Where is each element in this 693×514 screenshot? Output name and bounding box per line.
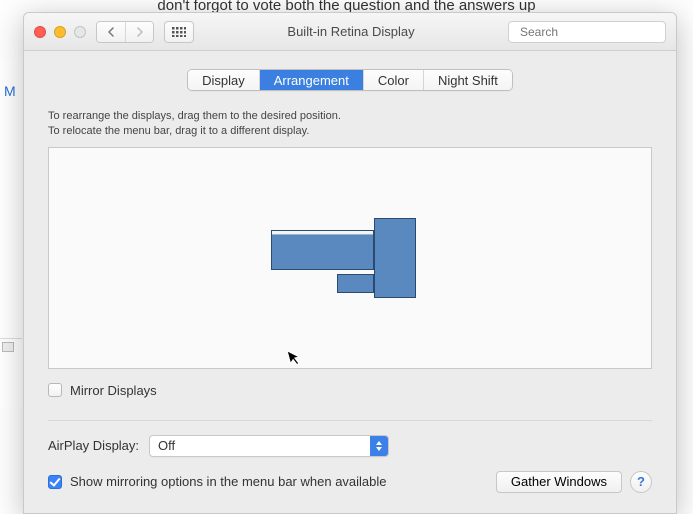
tab-color[interactable]: Color	[363, 70, 423, 90]
instructions: To rearrange the displays, drag them to …	[48, 109, 652, 139]
select-stepper-icon	[370, 436, 388, 456]
airplay-row: AirPlay Display: Off	[48, 435, 652, 457]
background-sidebar: M	[0, 58, 22, 408]
minimize-window-button[interactable]	[54, 26, 66, 38]
forward-button[interactable]	[125, 22, 153, 42]
mirror-displays-checkbox[interactable]	[48, 383, 62, 397]
display-1[interactable]	[271, 230, 374, 270]
airplay-label: AirPlay Display:	[48, 438, 139, 453]
mirror-displays-label: Mirror Displays	[70, 383, 157, 398]
bottom-row: Show mirroring options in the menu bar w…	[48, 471, 652, 493]
menu-bar-indicator[interactable]	[272, 231, 373, 235]
grid-icon	[172, 27, 186, 37]
show-mirroring-label: Show mirroring options in the menu bar w…	[70, 474, 387, 489]
instructions-line-2: To relocate the menu bar, drag it to a d…	[48, 124, 652, 139]
nav-back-forward	[96, 21, 154, 43]
preferences-window: Built-in Retina Display Display Arrangem…	[23, 12, 677, 514]
search-field[interactable]	[508, 21, 666, 43]
tab-bar: Display Arrangement Color Night Shift	[187, 69, 513, 91]
tab-display[interactable]: Display	[188, 70, 259, 90]
airplay-select[interactable]: Off	[149, 435, 389, 457]
background-sidebar-letter: M	[4, 83, 16, 99]
background-thumbnail	[2, 342, 14, 352]
titlebar: Built-in Retina Display	[24, 13, 676, 51]
divider	[48, 420, 652, 421]
show-all-button[interactable]	[164, 21, 194, 43]
close-window-button[interactable]	[34, 26, 46, 38]
tab-night-shift[interactable]: Night Shift	[423, 70, 512, 90]
content-area: Display Arrangement Color Night Shift To…	[24, 51, 676, 513]
window-title: Built-in Retina Display	[204, 24, 498, 39]
airplay-select-value: Off	[150, 438, 370, 453]
arrangement-area[interactable]	[48, 147, 652, 369]
display-3[interactable]	[337, 274, 374, 293]
mirror-displays-row: Mirror Displays	[48, 383, 652, 398]
tab-arrangement[interactable]: Arrangement	[259, 70, 363, 90]
traffic-lights	[34, 26, 86, 38]
show-mirroring-checkbox[interactable]	[48, 475, 62, 489]
help-button[interactable]: ?	[630, 471, 652, 493]
gather-windows-button[interactable]: Gather Windows	[496, 471, 622, 493]
back-button[interactable]	[97, 22, 125, 42]
zoom-window-button	[74, 26, 86, 38]
display-2[interactable]	[374, 218, 416, 298]
instructions-line-1: To rearrange the displays, drag them to …	[48, 109, 652, 124]
search-input[interactable]	[520, 25, 675, 39]
